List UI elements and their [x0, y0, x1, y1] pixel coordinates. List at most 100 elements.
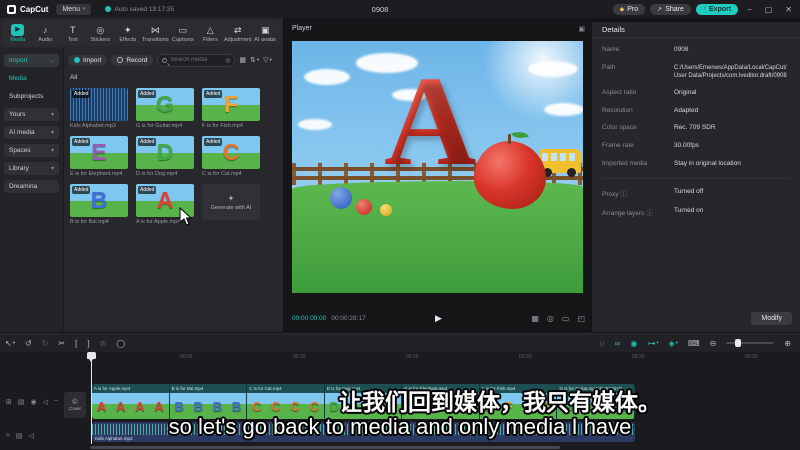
quality-icon[interactable]: ▦ — [531, 314, 539, 323]
trim-left-icon[interactable]: [ — [70, 339, 82, 348]
maximize-button[interactable]: ▢ — [761, 5, 777, 14]
zoom-in-icon[interactable]: ⊕ — [779, 339, 796, 348]
app-name: CapCut — [20, 4, 49, 14]
view-toggle-button[interactable]: ▦ — [239, 56, 246, 64]
video-thumbnail[interactable]: Added C — [202, 136, 260, 169]
snap-magnet-icon[interactable]: ∪ — [594, 339, 610, 348]
search-box[interactable]: ◎ — [157, 53, 236, 67]
all-filter[interactable]: All — [70, 74, 77, 81]
main-track-magnet-icon[interactable]: ◉ — [625, 339, 642, 348]
auto-cut-icon[interactable]: ⊶ ▾ — [642, 339, 663, 348]
generate-with-ai-button[interactable]: ✦ Generate with AI — [202, 184, 260, 220]
clip-name-label: A is for Apple.mp4 — [92, 384, 169, 393]
filter-button[interactable]: ▽ ▾ — [263, 56, 272, 64]
tab-adjustment[interactable]: ⇄ Adjustment — [224, 24, 252, 43]
video-thumbnail[interactable]: Added D — [136, 136, 194, 169]
fullscreen-icon[interactable]: ◰ — [577, 314, 585, 323]
split-icon-glyph: ✂ — [58, 338, 66, 348]
sidebar-item-spaces[interactable]: Spaces ▾ — [4, 144, 59, 157]
export-button[interactable]: ↑ Export — [695, 3, 739, 15]
tab-filters[interactable]: △ Filters — [197, 24, 224, 43]
media-item[interactable]: Added B B is for Bal.mp4 — [70, 184, 128, 225]
timeline-scrollbar[interactable] — [90, 446, 560, 449]
sidebar-item-library[interactable]: Library ▾ — [4, 162, 59, 175]
sidebar-item-ai-media[interactable]: AI media ▾ — [4, 126, 59, 139]
shortcut-keys-icon[interactable]: ⌨ — [683, 339, 705, 348]
detach-player-icon[interactable]: ▣ — [578, 25, 585, 33]
lock-icon[interactable]: ▤ — [18, 398, 25, 406]
import-button[interactable]: Import — [68, 54, 108, 66]
video-thumbnail[interactable]: Added F — [202, 88, 260, 121]
mute-icon[interactable]: ◁ — [43, 398, 48, 406]
tab-captions[interactable]: ▭ Captions — [169, 24, 196, 43]
hide-icon[interactable]: ◉ — [31, 398, 37, 406]
record-icon — [117, 57, 124, 63]
sort-button[interactable]: ⇅ ▾ — [250, 56, 259, 64]
tab-audio[interactable]: ♪ Audio — [32, 24, 59, 43]
search-scope-icon[interactable]: ◎ — [225, 57, 230, 64]
video-thumbnail[interactable]: Added E — [70, 136, 128, 169]
player-panel: Player ▣ A 00:00:00:00 00:00:28:17 ▶ ▦ ◎ ▭… — [284, 22, 591, 332]
media-item-caption: E is for Elephant.mp4 — [70, 171, 123, 177]
play-button[interactable]: ▶ — [435, 313, 442, 324]
tracks-icon[interactable]: ⊞ — [6, 398, 12, 406]
sidebar-item-dreamina[interactable]: Dreamina — [4, 180, 59, 193]
zoom-slider-knob[interactable] — [735, 339, 742, 347]
sidebar-item-import[interactable]: Import → — [4, 54, 59, 67]
menu-button[interactable]: Menu ▾ — [56, 3, 92, 15]
tab-transitions[interactable]: ⋈ Transitions — [142, 24, 169, 43]
video-thumbnail[interactable]: Added G — [136, 88, 194, 121]
select-tool-icon[interactable]: ↖ ▾ — [0, 339, 20, 348]
player-controls: 00:00:00:00 00:00:28:17 ▶ ▦ ◎ ▭ ◰ — [292, 310, 585, 326]
media-item[interactable]: Added F F is for Fish.mp4 — [202, 88, 260, 129]
share-label: Share — [665, 5, 684, 13]
autosave-text: Auto saved 13:17:35 — [114, 5, 175, 13]
split-icon[interactable]: ✂ — [53, 339, 70, 348]
zoom-out-icon[interactable]: ⊖ — [705, 339, 722, 348]
tab-effects[interactable]: ✦ Effects — [114, 24, 141, 43]
media-item[interactable]: Added E E is for Elephant.mp4 — [70, 136, 128, 177]
delete-icon-glyph: ⊘ — [99, 338, 107, 348]
tab-ai-avatar[interactable]: ▣ AI avatar — [252, 24, 279, 43]
video-thumbnail[interactable]: Added B — [70, 184, 128, 217]
focus-icon[interactable]: ◎ — [547, 314, 554, 323]
details-label: Imported media — [602, 160, 648, 168]
undo-icon[interactable]: ↺ — [20, 339, 37, 348]
collapse-icon[interactable]: − — [54, 398, 58, 406]
media-item[interactable]: Added G G is for Guitar.mp4 — [136, 88, 194, 129]
details-value: Original — [674, 88, 697, 96]
trim-right-icon[interactable]: ] — [82, 339, 94, 348]
preview-axis-icon[interactable]: ◈ ▾ — [664, 339, 683, 348]
media-item[interactable]: Added Kids Alphabet.mp3 — [70, 88, 128, 129]
modify-button[interactable]: Modify — [751, 312, 792, 325]
close-button[interactable]: ✕ — [781, 5, 796, 14]
search-input[interactable] — [170, 57, 223, 63]
ratio-icon[interactable]: ▭ — [562, 314, 570, 323]
sidebar-item-media[interactable]: Media — [4, 72, 59, 85]
sidebar-item-subprojects[interactable]: Subprojects — [4, 90, 59, 103]
audio-thumbnail[interactable]: Added — [70, 88, 128, 121]
redo-icon[interactable]: ↻ — [37, 339, 54, 348]
details-row: Path C:/Users/Emenws/AppData/Local/CapCut… — [602, 64, 790, 80]
timeline-zoom-slider[interactable] — [726, 339, 775, 347]
undo-icon-glyph: ↺ — [24, 338, 32, 348]
sidebar-item-yours[interactable]: Yours ▾ — [4, 108, 59, 121]
media-item[interactable]: Added D D is for Dog.mp4 — [136, 136, 194, 177]
pro-button[interactable]: ◆ Pro — [612, 3, 646, 15]
record-button[interactable]: Record — [111, 54, 154, 66]
ai-avatar-icon: ▣ — [260, 24, 270, 35]
tab-text[interactable]: T Text — [59, 24, 86, 43]
tab-media[interactable]: ▶ Media — [4, 23, 31, 43]
video-preview[interactable]: A — [292, 41, 583, 293]
link-clips-icon[interactable]: ∞ — [610, 339, 626, 348]
delete-icon[interactable]: ⊘ — [95, 339, 112, 348]
share-icon: ↗ — [657, 6, 663, 13]
crop-icon[interactable]: ◯ — [111, 339, 130, 348]
share-button[interactable]: ↗ Share — [650, 3, 691, 15]
media-item[interactable]: Added C C is for Cat.mp4 — [202, 136, 260, 177]
autosave-icon — [105, 6, 112, 12]
minimize-button[interactable]: − — [743, 5, 756, 14]
yellow-ball — [380, 204, 392, 216]
clip-letter: B — [174, 398, 184, 414]
tab-stickers[interactable]: ◎ Stickers — [87, 24, 114, 43]
